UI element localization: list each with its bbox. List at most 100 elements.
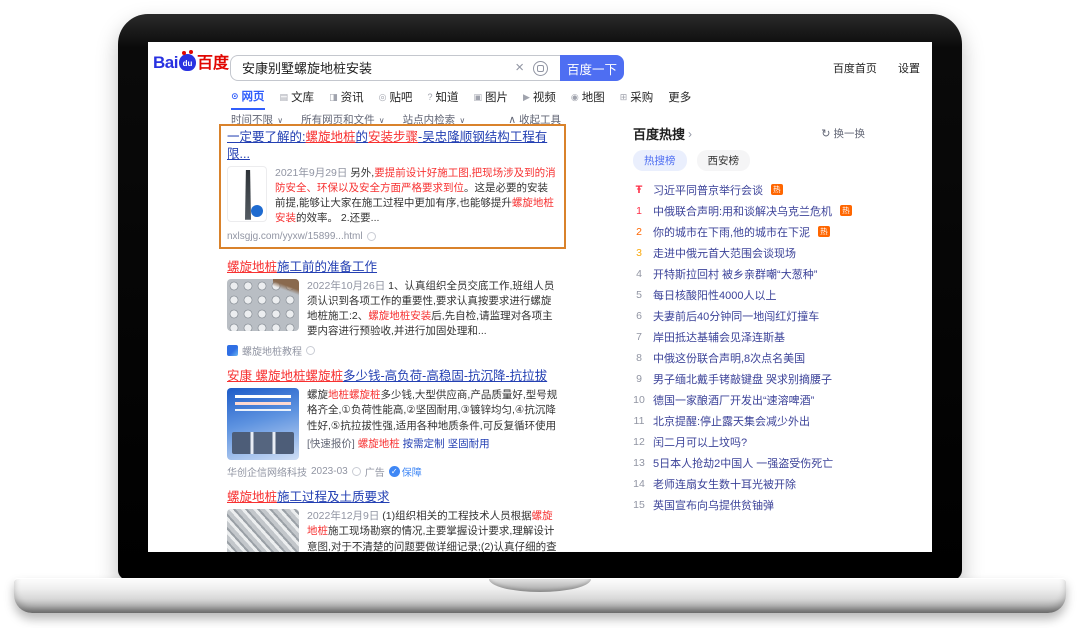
baidu-search-page: Baidu百度 安康别墅螺旋地桩安装 × 百度一下 百度首页 设置 ⊙网页 ▤文库… [148,42,932,552]
more-options-icon[interactable] [306,346,315,355]
hot-search-list: Ŧ 习近平同普京举行会谈热 1中俄联合声明:用和谈解决乌克兰危机热2你的城市在下雨,… [633,179,869,515]
video-icon: ▶ [523,93,530,102]
hot-search-item[interactable]: 14老师连扇女生数十耳光被开除 [633,473,869,494]
nav-tab-知道[interactable]: ?知道 [427,88,458,110]
hot-item-title: 夫妻前后40分钟同一地闯红灯撞车 [653,308,819,324]
result-title-link[interactable]: 一定要了解的:螺旋地桩的安装步骤-吴忠隆顺钢结构工程有限... [227,129,558,163]
rank-number: 3 [633,247,645,259]
more-options-icon[interactable] [367,232,376,241]
camera-search-icon[interactable] [533,61,548,76]
hot-search-item[interactable]: 9男子缅北戴手铐敲键盘 哭求别摘腰子 [633,368,869,389]
hot-search-item[interactable]: 12闰二月可以上坟吗? [633,431,869,452]
hot-search-item[interactable]: 7岸田抵达基辅会见泽连斯基 [633,326,869,347]
hot-search-item[interactable]: 15 英国宣布向乌提供贫铀弹 [633,494,869,515]
rank-number: 5 [633,289,645,301]
steel-pipes-thumbnail[interactable] [227,279,299,331]
nav-tab-更多[interactable]: 更多 [668,88,691,110]
nav-tab-视频[interactable]: ▶视频 [523,88,556,110]
rank-number: 10 [633,394,645,406]
hot-search-item[interactable]: 10德国一家酿酒厂开发出“速溶啤酒” [633,389,869,410]
map-icon: ◉ [571,93,579,102]
guarantee-badge[interactable]: ✓保障 [389,464,422,479]
hot-item-title: 习近平同普京举行会谈 [653,182,763,198]
hot-item-title: 英国宣布向乌提供贫铀弹 [653,497,774,513]
link-settings[interactable]: 设置 [898,63,920,75]
nav-tab-label: 视频 [533,89,556,105]
tieba-icon: ◎ [379,93,387,102]
laptop-base [14,578,1066,613]
hot-item-title: 走进中俄元首大范围会谈现场 [653,245,796,261]
hot-search-item[interactable]: Ŧ习近平同普京举行会谈热 [633,179,869,200]
vertical-nav-tabs: ⊙网页 ▤文库 ◨资讯 ◎贴吧 ?知道 ▣图片 ▶视频 ◉地图 ⊞采购更多 [231,88,691,110]
link-baidu-home[interactable]: 百度首页 [833,63,877,75]
chevron-right-icon: › [688,127,692,141]
hot-search-item[interactable]: 1中俄联合声明:用和谈解决乌克兰危机热 [633,200,869,221]
hot-search-item[interactable]: 2你的城市在下雨,他的城市在下泥热 [633,221,869,242]
question-icon: ? [427,93,432,102]
hot-search-item[interactable]: 6夫妻前后40分钟同一地闯红灯撞车 [633,305,869,326]
refresh-button[interactable]: ↻ 换一换 [821,126,865,141]
feedback-icon[interactable] [352,467,361,476]
rank-number: 12 [633,436,645,448]
result-title-link[interactable]: 螺旋地桩施工过程及土质要求 [227,489,558,506]
hot-search-item[interactable]: 135日本人抢劫2中国人 一强盗受伤死亡 [633,452,869,473]
nav-tab-贴吧[interactable]: ◎贴吧 [379,88,413,110]
cart-icon: ⊞ [620,93,628,102]
logo-text-cn: 百度 [197,55,229,72]
hot-item-title: 北京提醒:停止露天集会减少外出 [653,413,810,429]
result-source-name[interactable]: 螺旋地桩教程 [242,343,302,358]
spiral-pile-thumbnail[interactable] [227,166,267,222]
pile-stack-thumbnail[interactable] [227,509,299,552]
result-url: nxlsgjg.com/yyxw/15899...html [227,231,558,242]
doc-icon: ▤ [280,93,289,102]
nav-tab-label: 文库 [291,89,314,105]
nav-tab-label: 资讯 [341,89,364,105]
advertiser-name: 华创企信网络科技 [227,464,307,479]
hot-search-item[interactable]: 8中俄这份联合声明,8次点名美国 [633,347,869,368]
guarantee-label: 保障 [402,464,422,479]
nav-tab-采购[interactable]: ⊞采购 [620,88,654,110]
nav-tab-label: 贴吧 [389,89,412,105]
result-title-link[interactable]: 螺旋地桩施工前的准备工作 [227,259,558,276]
nav-tab-网页[interactable]: ⊙网页 [231,88,265,110]
hot-search-item[interactable]: 3 走进中俄元首大范围会谈现场 [633,242,869,263]
clear-search-icon[interactable]: × [515,56,524,80]
pinned-top-icon: Ŧ [633,184,645,196]
rank-number: 4 [633,268,645,280]
hot-tab-热搜榜[interactable]: 热搜榜 [633,150,687,171]
result-ad-meta: 华创企信网络科技2023-03广告✓保障 [227,464,558,479]
nav-tab-资讯[interactable]: ◨资讯 [329,88,364,110]
hot-item-title: 5日本人抢劫2中国人 一强盗受伤死亡 [653,455,833,471]
baidu-paw-icon: du [179,54,196,71]
result-promo-line[interactable]: [快速报价] 螺旋地桩 按需定制 坚固耐用 [307,436,558,451]
baidu-logo[interactable]: Baidu百度 [153,53,229,74]
search-icon: ⊙ [231,92,239,101]
hot-item-title: 中俄联合声明:用和谈解决乌克兰危机 [653,203,832,219]
nav-tab-文库[interactable]: ▤文库 [280,88,315,110]
product-card-thumbnail[interactable] [227,388,299,460]
rank-number: 8 [633,352,645,364]
hot-search-title[interactable]: 百度热搜 [633,124,685,143]
nav-tab-地图[interactable]: ◉地图 [571,88,605,110]
result-abstract: 2022年12月9日 (1)组织相关的工程技术人员根据螺旋地桩施工现场勘察的情况… [307,509,558,552]
search-result-highlighted: 一定要了解的:螺旋地桩的安装步骤-吴忠隆顺钢结构工程有限...2021年9月29… [219,124,566,249]
hot-search-item[interactable]: 5每日核酸阳性4000人以上 [633,284,869,305]
search-input[interactable]: 安康别墅螺旋地桩安装 × [230,55,560,81]
rank-number: 9 [633,373,645,385]
search-button[interactable]: 百度一下 [560,55,624,81]
hot-search-item[interactable]: 11北京提醒:停止露天集会减少外出 [633,410,869,431]
hot-item-title: 你的城市在下雨,他的城市在下泥 [653,224,810,240]
rank-number: 15 [633,499,645,511]
laptop-notch [489,579,591,592]
nav-tab-图片[interactable]: ▣图片 [473,88,508,110]
nav-tab-label: 采购 [630,89,653,105]
hot-search-panel: 百度热搜 › ↻ 换一换 热搜榜西安榜 Ŧ 习近平同普京举行会谈热 1中俄联合声明:… [633,124,869,515]
hot-search-item[interactable]: 4开特斯拉回村 被乡亲群嘲“大葱种” [633,263,869,284]
hot-badge-icon: 热 [818,226,830,237]
result-title-link[interactable]: 安康 螺旋地桩螺旋桩多少钱-高负荷-高稳固-抗沉降-抗拉拔 [227,368,558,385]
nav-tab-label: 更多 [668,89,691,105]
search-result: 安康 螺旋地桩螺旋桩多少钱-高负荷-高稳固-抗沉降-抗拉拔螺旋地桩螺旋桩多少钱,… [227,368,558,479]
search-results: 一定要了解的:螺旋地桩的安装步骤-吴忠隆顺钢结构工程有限...2021年9月29… [227,124,558,552]
hot-tab-西安榜[interactable]: 西安榜 [697,150,751,171]
nav-tab-label: 图片 [485,89,508,105]
